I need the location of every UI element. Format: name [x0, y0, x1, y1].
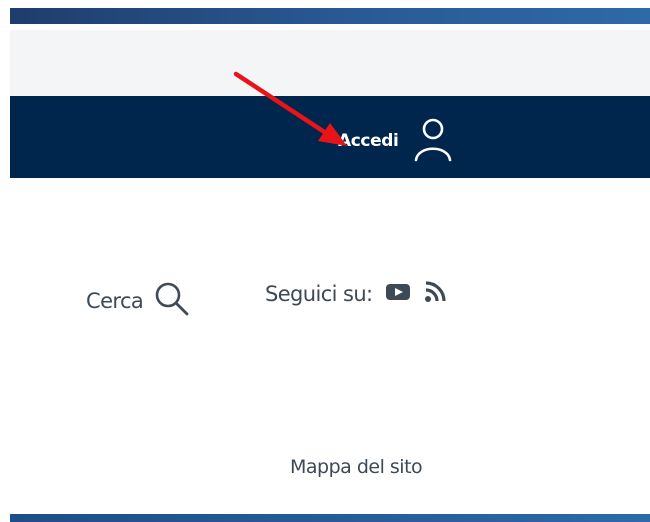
- social-follow: Seguici su:: [265, 280, 447, 308]
- top-accent-bar: [10, 8, 650, 24]
- rss-link[interactable]: [423, 280, 447, 308]
- rss-icon: [423, 280, 447, 308]
- search-label: Cerca: [86, 289, 144, 313]
- login-label: Accedi: [338, 131, 399, 151]
- search-button[interactable]: Cerca: [86, 278, 193, 324]
- login-button[interactable]: Accedi: [338, 116, 458, 166]
- youtube-icon: [385, 282, 411, 306]
- bottom-accent-bar: [10, 514, 650, 522]
- sitemap-link[interactable]: Mappa del sito: [290, 456, 423, 478]
- search-icon: [151, 278, 193, 324]
- slim-header-band: [10, 30, 650, 96]
- follow-label: Seguici su:: [265, 282, 373, 306]
- header-navbar: [10, 96, 650, 178]
- youtube-link[interactable]: [385, 282, 411, 306]
- page: Accedi Cerca Seguici su: Mappa del sito: [0, 0, 650, 522]
- user-icon: [408, 114, 458, 168]
